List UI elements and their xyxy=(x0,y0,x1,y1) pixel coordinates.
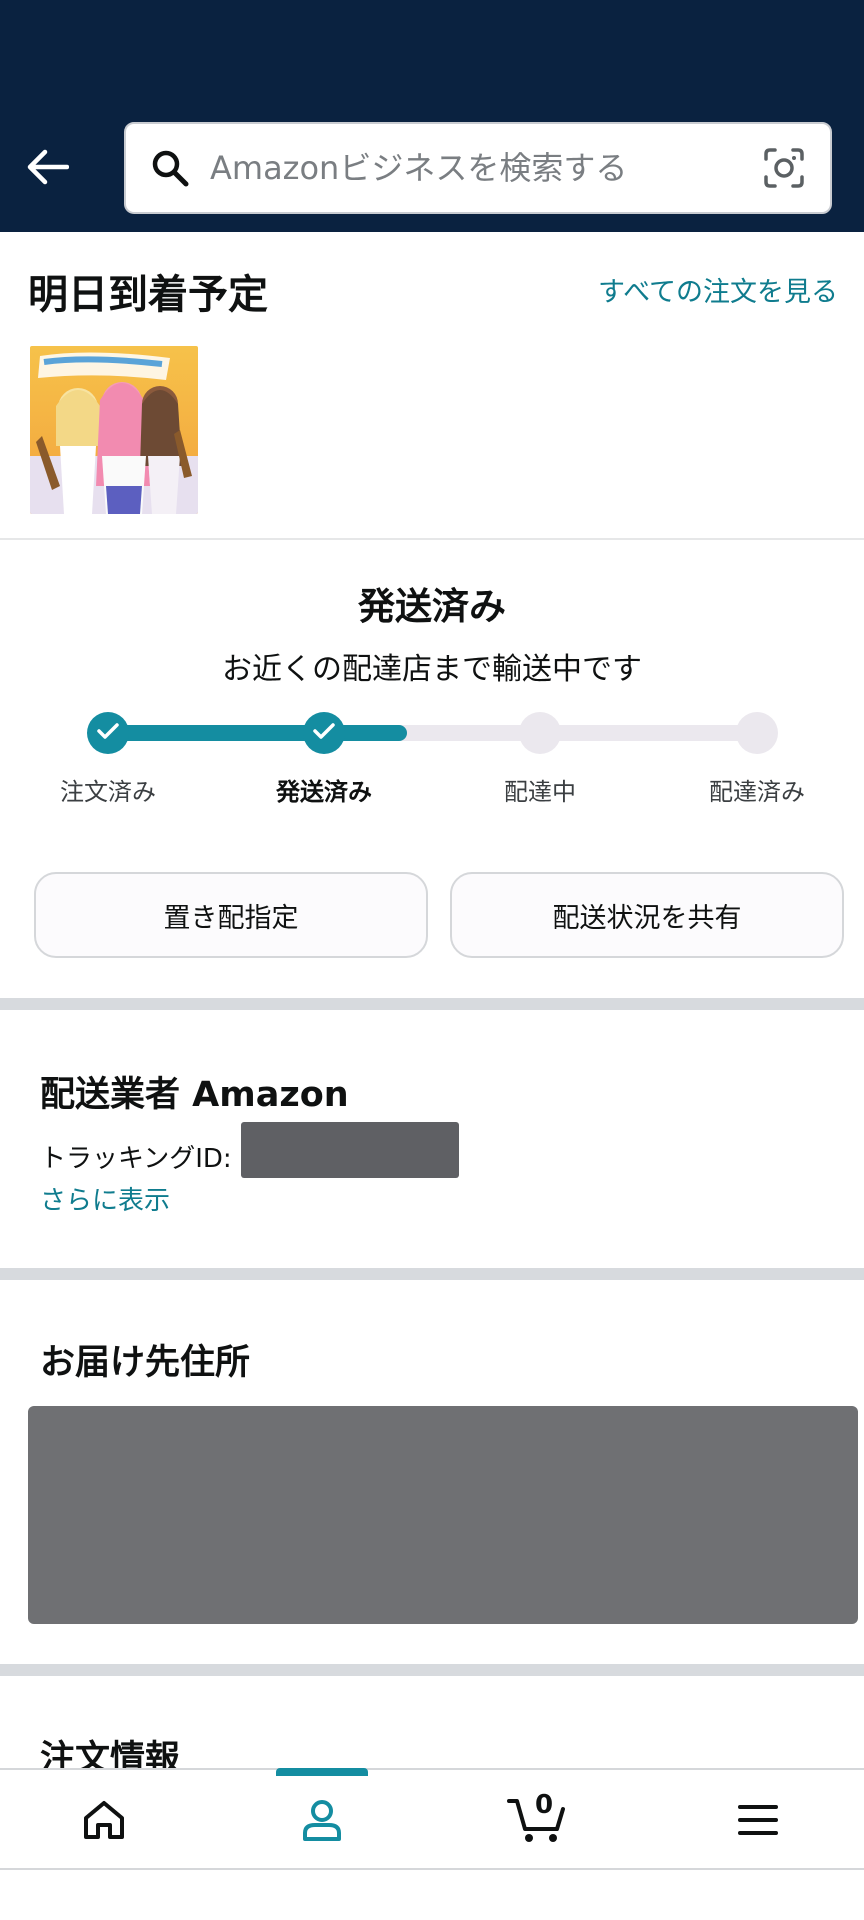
shipping-status-title: 発送済み xyxy=(358,585,506,628)
divider xyxy=(0,538,864,540)
safe-place-button[interactable]: 置き配指定 xyxy=(34,872,428,958)
tracking-id-label: トラッキングID: xyxy=(40,1144,232,1174)
search-icon xyxy=(140,148,200,188)
account-icon[interactable] xyxy=(262,1770,382,1870)
share-tracking-button[interactable]: 配送状況を共有 xyxy=(450,872,844,958)
app-header xyxy=(0,0,864,232)
home-icon[interactable] xyxy=(44,1770,164,1870)
arrival-title: 明日到着予定 xyxy=(28,272,268,318)
section-divider xyxy=(0,1664,864,1676)
check-icon xyxy=(312,721,336,745)
order-tracking-page: 明日到着予定 すべての注文を見る xyxy=(0,0,864,1920)
redacted-tracking-id xyxy=(241,1122,459,1178)
step-ordered-dot xyxy=(87,712,129,754)
step-out-for-delivery-dot xyxy=(519,712,561,754)
redacted-address xyxy=(28,1406,858,1624)
check-icon xyxy=(96,721,120,745)
step-shipped-dot xyxy=(303,712,345,754)
search-input[interactable] xyxy=(200,149,756,187)
step-delivered-dot xyxy=(736,712,778,754)
product-image[interactable] xyxy=(30,346,198,514)
section-divider xyxy=(0,998,864,1010)
camera-icon[interactable] xyxy=(756,140,812,196)
search-bar[interactable] xyxy=(124,122,832,214)
step-shipped-label: 発送済み xyxy=(276,778,372,806)
progress-fill xyxy=(108,725,407,741)
shipping-status-subtitle: お近くの配達店まで輸送中です xyxy=(222,652,642,687)
delivery-progress-bar xyxy=(108,725,758,741)
section-divider xyxy=(0,1268,864,1280)
step-out-for-delivery-label: 配達中 xyxy=(504,778,576,806)
all-orders-link[interactable]: すべての注文を見る xyxy=(598,270,838,309)
step-delivered-label: 配達済み xyxy=(709,778,805,806)
cart-icon[interactable] xyxy=(478,1770,598,1870)
carrier-title: 配送業者 Amazon xyxy=(40,1075,349,1115)
step-ordered-label: 注文済み xyxy=(60,778,156,806)
active-tab-indicator xyxy=(276,1768,368,1776)
bottom-navigation xyxy=(0,1768,864,1870)
menu-icon[interactable] xyxy=(698,1770,818,1870)
delivery-address-title: お届け先住所 xyxy=(40,1343,251,1383)
cart-count-badge: 0 xyxy=(534,1790,554,1820)
back-arrow-icon[interactable] xyxy=(22,142,72,192)
show-more-link[interactable]: さらに表示 xyxy=(40,1180,170,1217)
